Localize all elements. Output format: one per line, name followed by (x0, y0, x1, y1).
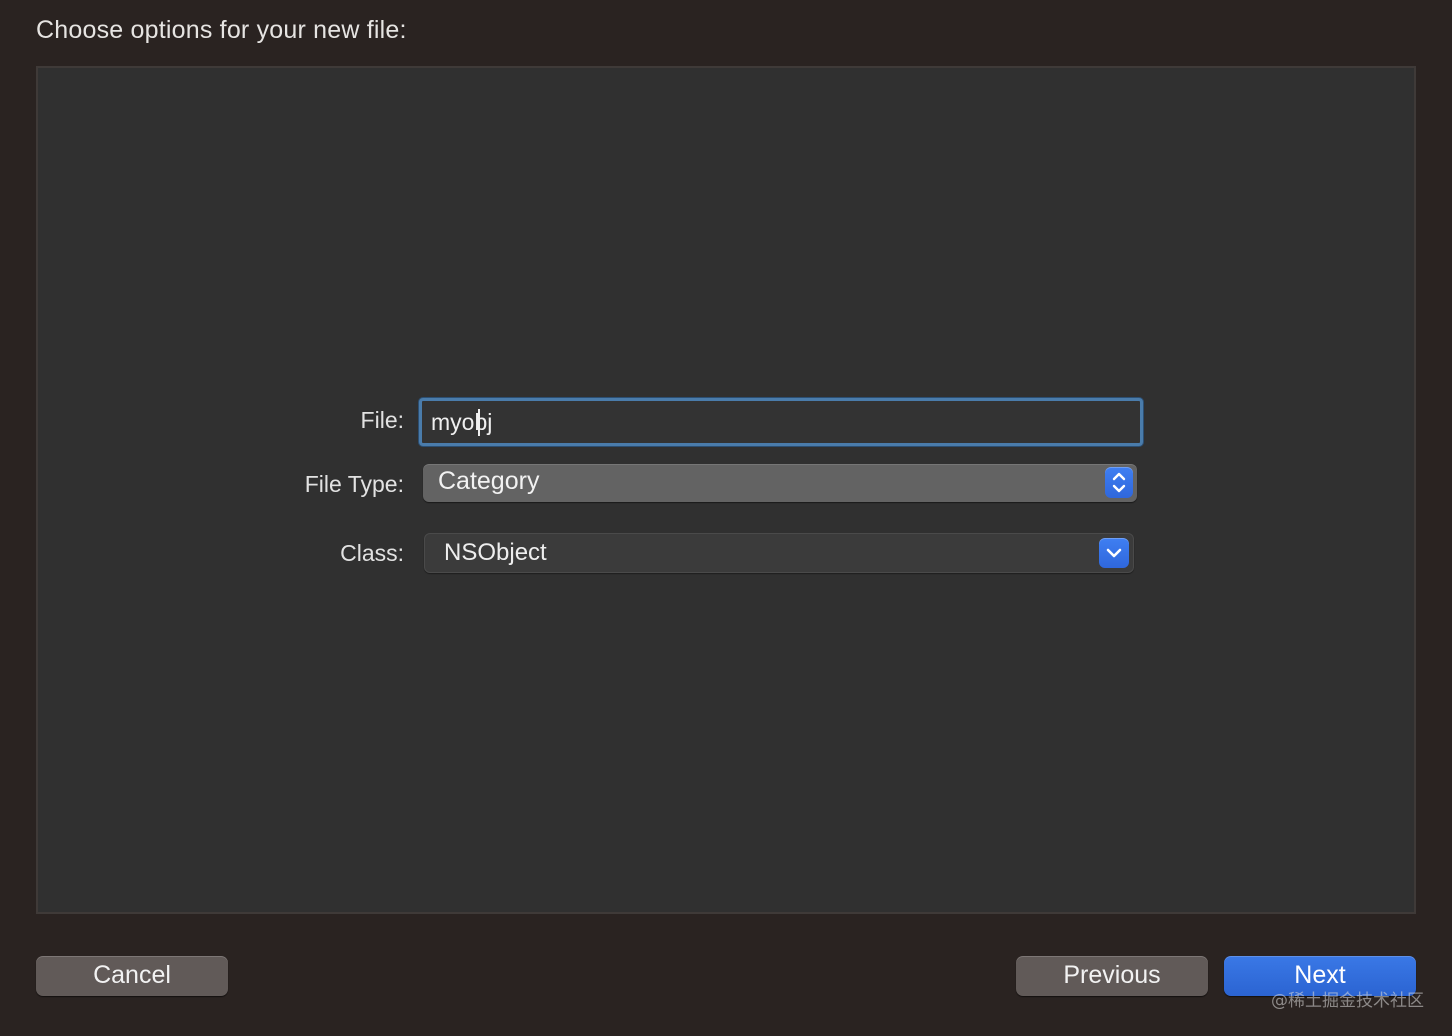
dialog-title: Choose options for your new file: (36, 16, 407, 44)
chevron-down-icon[interactable] (1099, 538, 1129, 568)
new-file-dialog: Choose options for your new file: File: … (0, 0, 1452, 1036)
previous-button[interactable]: Previous (1016, 956, 1208, 996)
file-label: File: (360, 407, 404, 433)
cancel-button[interactable]: Cancel (36, 956, 228, 996)
up-down-chevron-icon[interactable] (1105, 467, 1133, 498)
class-value[interactable]: NSObject (444, 539, 547, 567)
file-type-popup[interactable]: Category (423, 464, 1137, 502)
file-type-label: File Type: (304, 471, 404, 497)
file-name-value[interactable]: myobj (431, 409, 492, 436)
class-combo-box[interactable]: NSObject (424, 533, 1134, 573)
text-cursor (478, 409, 480, 436)
watermark: @稀土掘金技术社区 (1271, 991, 1424, 1011)
class-label: Class: (340, 540, 404, 566)
file-name-field[interactable]: myobj (419, 398, 1143, 446)
file-type-value: Category (438, 467, 540, 495)
